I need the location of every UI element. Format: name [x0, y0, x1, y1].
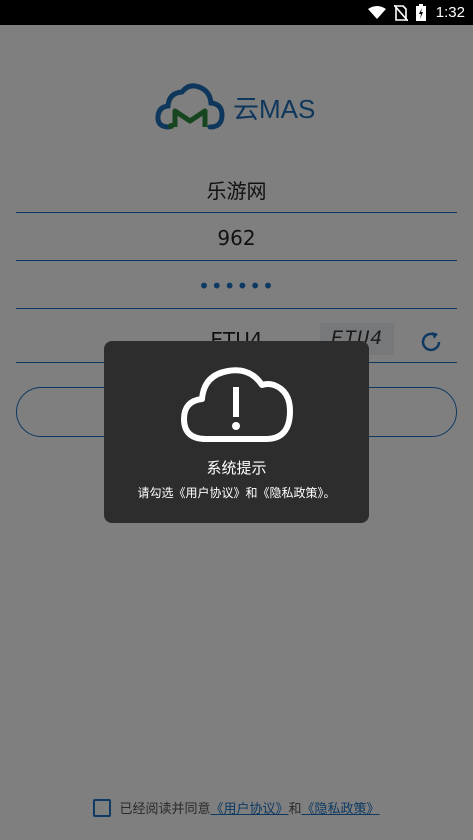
toast-title: 系统提示 [206, 459, 267, 477]
toast-message: 请勾选《用户协议》和《隐私政策》。 [137, 486, 336, 500]
battery-charging-icon [415, 4, 426, 21]
cloud-alert-icon [180, 367, 293, 442]
clock: 1:32 [435, 4, 465, 21]
wifi-icon [367, 5, 386, 19]
no-sim-icon [393, 4, 408, 21]
system-alert-toast: 系统提示 请勾选《用户协议》和《隐私政策》。 [104, 341, 369, 523]
status-bar: 1:32 [0, 0, 473, 25]
